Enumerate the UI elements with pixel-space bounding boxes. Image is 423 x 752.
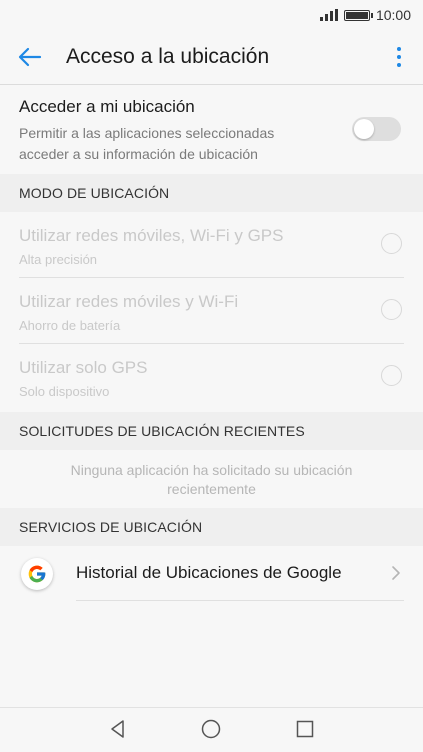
service-item-google-location-history[interactable]: Historial de Ubicaciones de Google [0, 545, 423, 601]
empty-state-message: Ninguna aplicación ha solicitado su ubic… [0, 450, 423, 506]
section-title: SOLICITUDES DE UBICACIÓN RECIENTES [19, 423, 305, 439]
signal-icon [319, 9, 338, 21]
radio-button[interactable] [381, 365, 402, 386]
battery-icon [343, 9, 373, 21]
location-access-switch[interactable] [352, 117, 401, 141]
back-button[interactable] [14, 43, 46, 71]
switch-knob [354, 119, 374, 139]
chevron-right-icon [392, 566, 400, 580]
radio-button[interactable] [381, 233, 402, 254]
status-indicators: 10:00 [319, 7, 411, 23]
page-title: Acceso a la ubicación [66, 45, 270, 68]
mode-option-subtitle: Solo dispositivo [19, 384, 110, 399]
mode-option-subtitle: Ahorro de batería [19, 318, 121, 333]
location-access-title: Acceder a mi ubicación [19, 97, 195, 116]
nav-home-icon[interactable] [200, 718, 222, 740]
section-header-location-mode: MODO DE UBICACIÓN [0, 174, 423, 212]
mode-option-high-accuracy[interactable]: Utilizar redes móviles, Wi-Fi y GPS Alta… [0, 212, 423, 278]
mode-option-subtitle: Alta precisión [19, 252, 98, 267]
section-header-location-services: SERVICIOS DE UBICACIÓN [0, 508, 423, 546]
empty-state-text: Ninguna aplicación ha solicitado su ubic… [70, 462, 353, 497]
location-access-row[interactable]: Acceder a mi ubicación Permitir a las ap… [0, 86, 423, 174]
divider [76, 600, 404, 601]
mode-option-device-only[interactable]: Utilizar solo GPS Solo dispositivo [0, 344, 423, 410]
radio-button[interactable] [381, 299, 402, 320]
back-arrow-icon [18, 47, 42, 67]
mode-option-title: Utilizar redes móviles, Wi-Fi y GPS [19, 226, 284, 245]
mode-option-title: Utilizar redes móviles y Wi-Fi [19, 292, 239, 311]
section-header-recent-requests: SOLICITUDES DE UBICACIÓN RECIENTES [0, 412, 423, 450]
status-bar: 10:00 [0, 0, 423, 30]
service-item-label: Historial de Ubicaciones de Google [76, 563, 342, 582]
app-bar: Acceso a la ubicación [0, 30, 423, 85]
mode-option-battery-saving[interactable]: Utilizar redes móviles y Wi-Fi Ahorro de… [0, 278, 423, 344]
nav-recents-icon[interactable] [294, 718, 316, 740]
nav-back-icon[interactable] [107, 718, 129, 740]
google-logo-icon [21, 558, 53, 590]
mode-option-title: Utilizar solo GPS [19, 358, 148, 377]
location-access-description: Permitir a las aplicaciones seleccionada… [19, 125, 275, 162]
status-time: 10:00 [375, 7, 411, 23]
section-title: SERVICIOS DE UBICACIÓN [19, 519, 203, 535]
more-vert-icon [397, 47, 401, 51]
more-options-button[interactable] [387, 43, 411, 71]
system-navigation-bar [0, 707, 423, 752]
section-title: MODO DE UBICACIÓN [19, 185, 170, 201]
